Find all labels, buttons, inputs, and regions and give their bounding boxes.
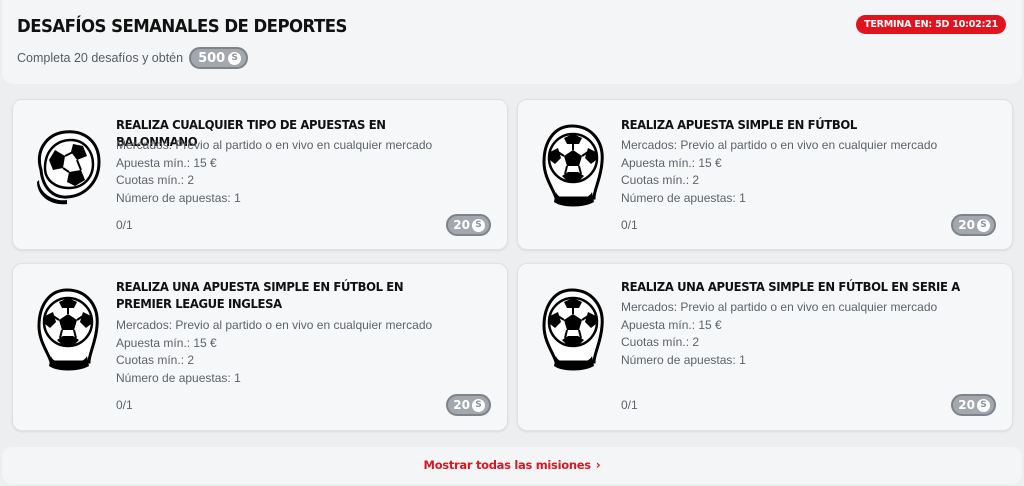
reward-value: 20: [453, 218, 470, 232]
progress-text: 0/1: [116, 218, 133, 232]
reward-badge: 20 S: [446, 394, 491, 416]
challenge-card[interactable]: REALIZA UNA APUESTA SIMPLE EN FÚTBOL EN …: [517, 263, 1013, 431]
countdown-timer: TERMINA EN: 5D 10:02:21: [856, 15, 1006, 34]
challenges-grid: REALIZA CUALQUIER TIPO DE APUESTAS EN BA…: [2, 88, 1022, 445]
show-all-missions-link[interactable]: Mostrar todas las misiones ›: [2, 458, 1022, 472]
football-icon: [542, 124, 604, 207]
challenge-title: REALIZA UNA APUESTA SIMPLE EN FÚTBOL EN …: [116, 279, 404, 311]
min-odds-text: Cuotas mín.: 2: [116, 173, 195, 187]
challenge-card[interactable]: REALIZA CUALQUIER TIPO DE APUESTAS EN BA…: [12, 99, 508, 250]
challenge-card[interactable]: REALIZA UNA APUESTA SIMPLE EN FÚTBOL EN …: [12, 263, 508, 431]
num-bets-text: Número de apuestas: 1: [116, 370, 241, 385]
num-bets-text: Número de apuestas: 1: [621, 190, 746, 205]
points-value: 500: [198, 50, 226, 66]
num-bets-text: Número de apuestas: 1: [621, 352, 746, 367]
coin-icon: S: [472, 218, 485, 232]
chevron-right-icon: ›: [595, 458, 601, 472]
reward-value: 20: [453, 398, 470, 412]
coin-icon: S: [977, 218, 990, 232]
min-odds-text: Cuotas mín.: 2: [621, 335, 700, 349]
markets-text: Mercados: Previo al partido o en vivo en…: [621, 300, 938, 314]
coin-icon: S: [228, 51, 242, 65]
markets-text: Mercados: Previo al partido o en vivo en…: [116, 318, 433, 332]
reward-badge: 20 S: [951, 214, 996, 236]
handball-icon: [37, 130, 101, 205]
header-panel: DESAFÍOS SEMANALES DE DEPORTES Completa …: [2, 0, 1022, 84]
num-bets-text: Número de apuestas: 1: [116, 190, 241, 205]
points-badge: 500 S: [189, 47, 249, 69]
footer-panel: Mostrar todas las misiones ›: [2, 447, 1022, 484]
coin-icon: S: [977, 398, 990, 412]
football-icon: [37, 288, 99, 371]
challenge-details: Mercados: Previo al partido o en vivo en…: [621, 137, 937, 207]
show-all-label: Mostrar todas las misiones: [423, 458, 592, 472]
min-odds-text: Cuotas mín.: 2: [621, 173, 700, 187]
football-icon: [542, 288, 604, 371]
coin-icon: S: [472, 398, 485, 412]
markets-text: Mercados: Previo al partido o en vivo en…: [116, 138, 433, 152]
reward-badge: 20 S: [446, 214, 491, 236]
min-stake-text: Apuesta mín.: 15 €: [621, 155, 722, 170]
challenge-details: Mercados: Previo al partido o en vivo en…: [116, 137, 432, 207]
reward-value: 20: [958, 398, 975, 412]
reward-value: 20: [958, 218, 975, 232]
challenge-title: REALIZA UNA APUESTA SIMPLE EN FÚTBOL EN …: [621, 279, 960, 294]
min-stake-text: Apuesta mín.: 15 €: [116, 335, 217, 350]
min-stake-text: Apuesta mín.: 15 €: [116, 155, 217, 170]
min-odds-text: Cuotas mín.: 2: [116, 353, 195, 367]
progress-text: 0/1: [116, 398, 133, 412]
min-stake-text: Apuesta mín.: 15 €: [621, 317, 722, 332]
challenge-card[interactable]: REALIZA APUESTA SIMPLE EN FÚTBOL Mercado…: [517, 99, 1013, 250]
subtitle-row: Completa 20 desafíos y obtén 500 S: [17, 47, 249, 69]
page-title: DESAFÍOS SEMANALES DE DEPORTES: [17, 16, 347, 37]
reward-badge: 20 S: [951, 394, 996, 416]
challenge-details: Mercados: Previo al partido o en vivo en…: [116, 317, 432, 387]
challenge-title: REALIZA APUESTA SIMPLE EN FÚTBOL: [621, 117, 857, 132]
markets-text: Mercados: Previo al partido o en vivo en…: [621, 138, 938, 152]
subtitle: Completa 20 desafíos y obtén: [17, 51, 184, 65]
challenge-details: Mercados: Previo al partido o en vivo en…: [621, 299, 937, 369]
progress-text: 0/1: [621, 398, 638, 412]
progress-text: 0/1: [621, 218, 638, 232]
